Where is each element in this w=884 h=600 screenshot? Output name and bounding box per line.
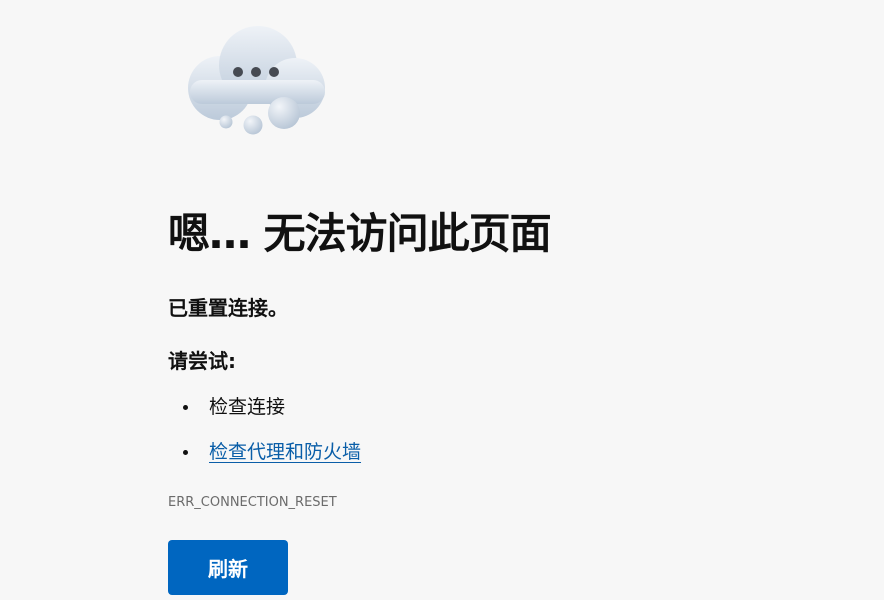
error-code: ERR_CONNECTION_RESET — [168, 495, 337, 510]
suggestion-check-connection: 检查连接 — [209, 396, 286, 418]
page-title: 嗯… 无法访问此页面 — [168, 209, 552, 258]
error-page: 嗯… 无法访问此页面 已重置连接。 请尝试: 检查连接 检查代理和防火墙 ERR… — [0, 0, 884, 600]
cloud-ellipsis-icon — [188, 26, 325, 135]
list-item: 检查连接 — [168, 392, 361, 437]
check-proxy-firewall-link[interactable]: 检查代理和防火墙 — [209, 441, 361, 463]
error-description: 已重置连接。 — [168, 296, 288, 320]
bullet-icon — [183, 405, 188, 410]
bullet-icon — [183, 450, 188, 455]
refresh-button[interactable]: 刷新 — [168, 540, 288, 595]
list-item: 检查代理和防火墙 — [168, 437, 361, 482]
try-label: 请尝试: — [168, 349, 236, 373]
ellipsis-dots — [233, 67, 279, 77]
suggestions-list: 检查连接 检查代理和防火墙 — [168, 392, 361, 482]
